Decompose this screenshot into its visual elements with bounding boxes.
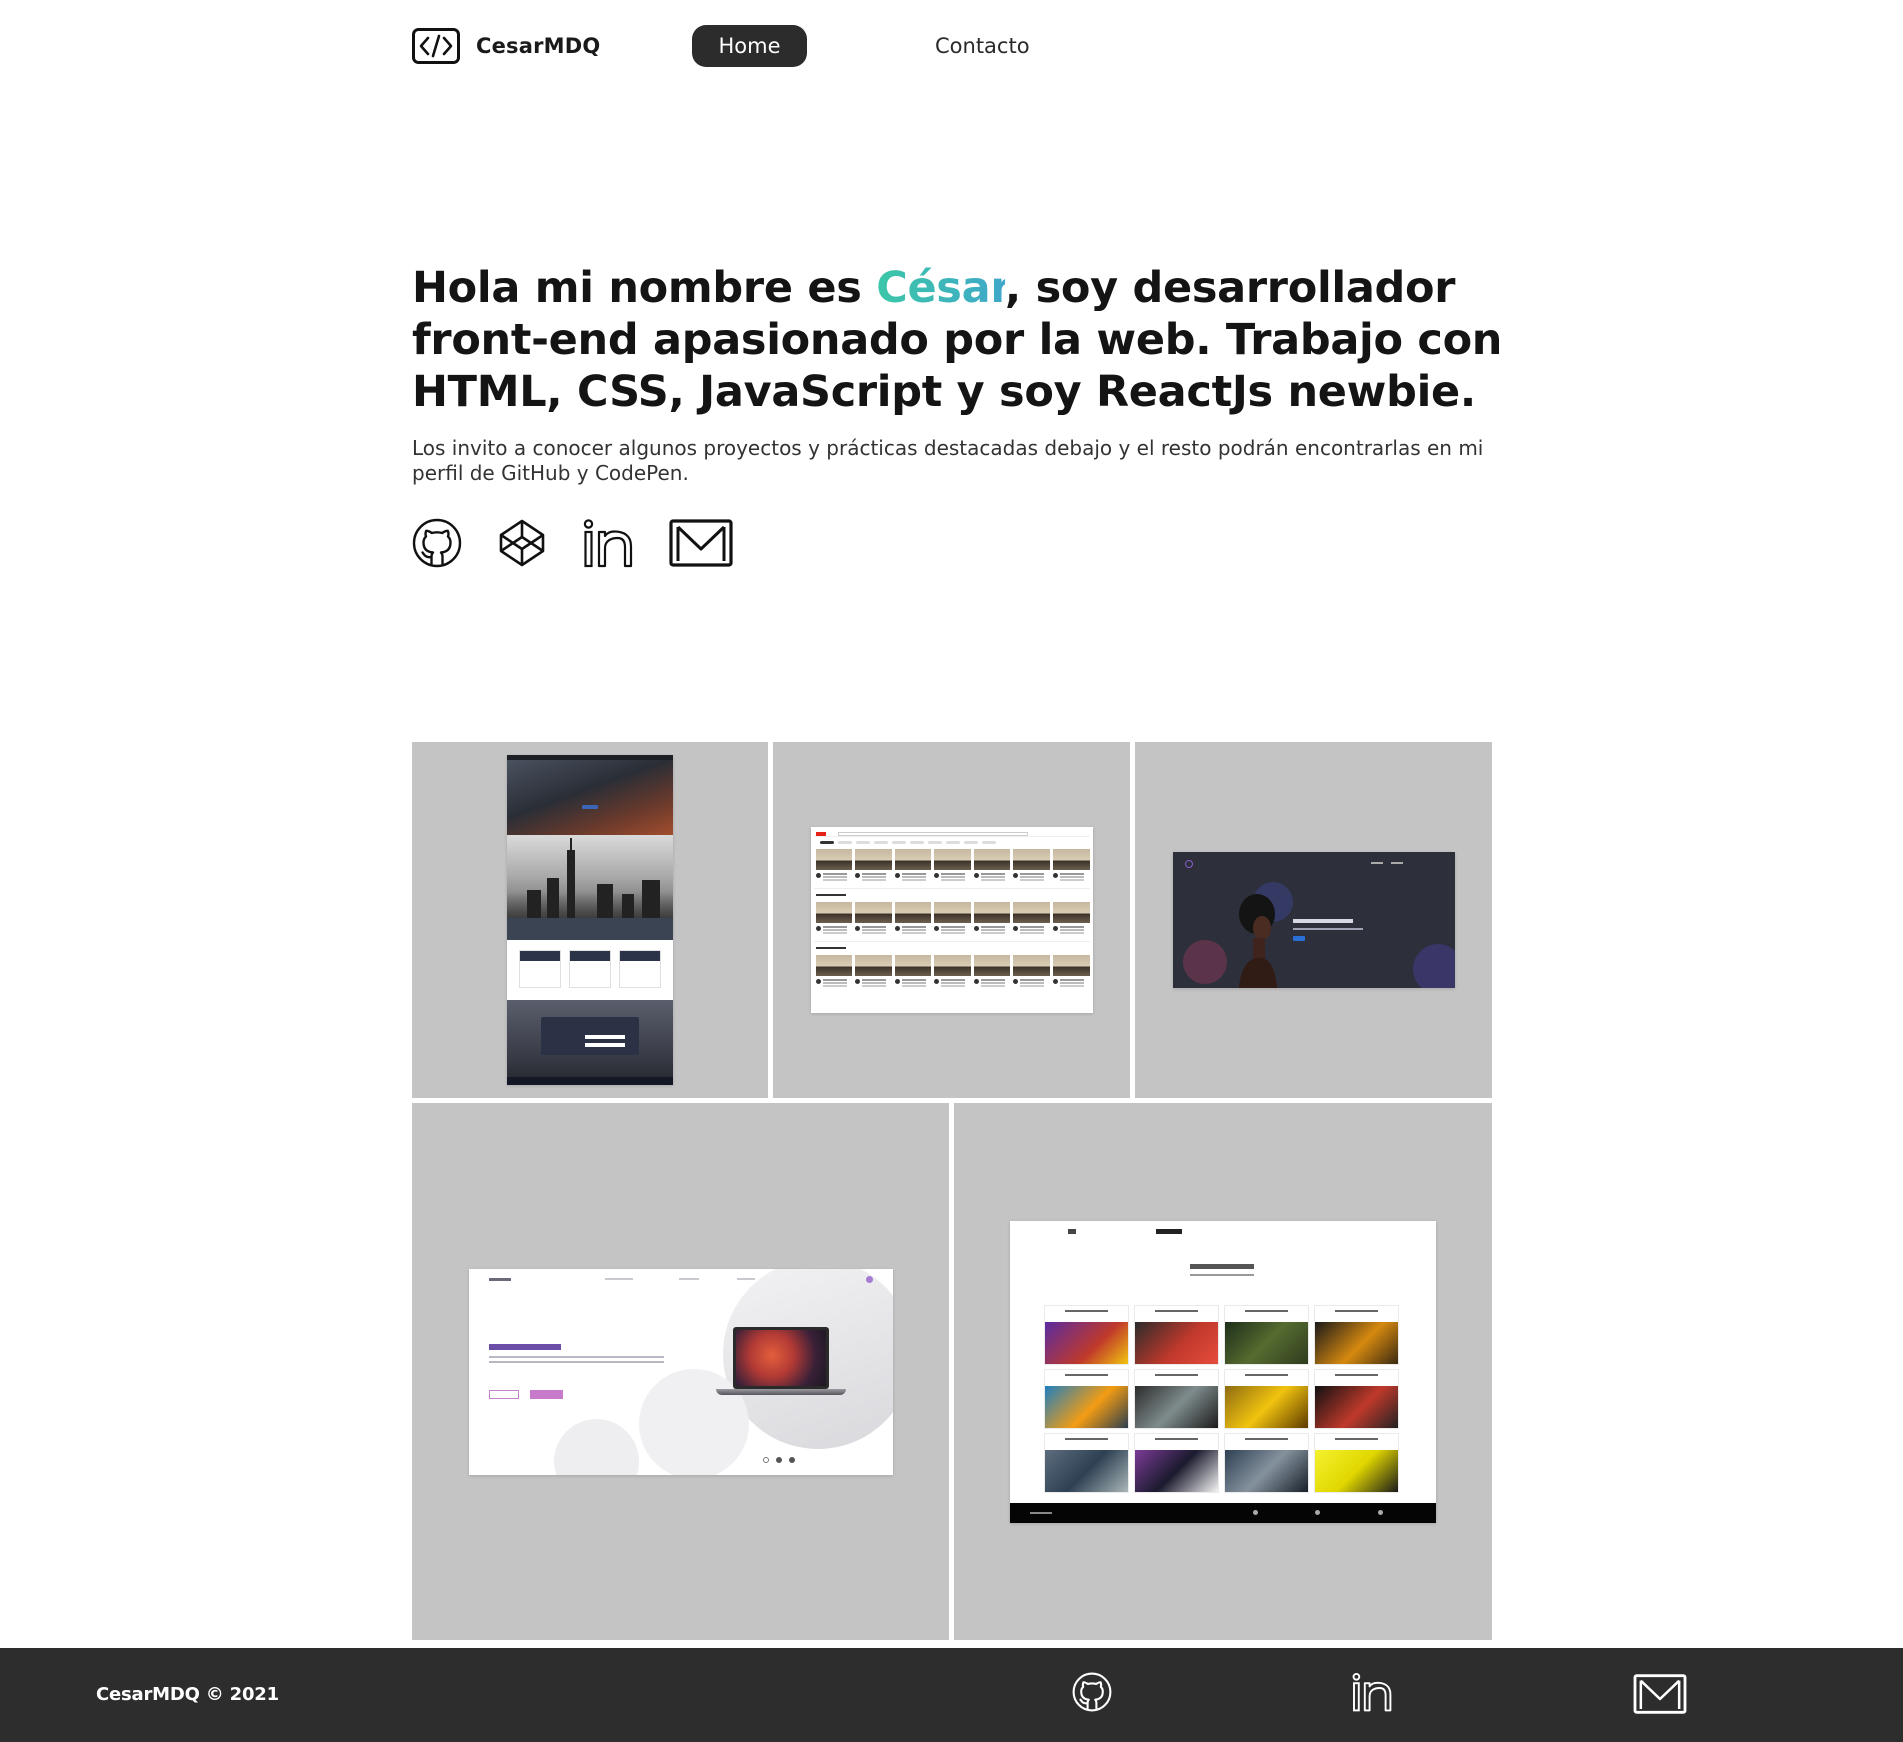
music-site-preview bbox=[1172, 852, 1455, 988]
game-store-preview bbox=[1010, 1220, 1436, 1523]
github-icon bbox=[412, 518, 462, 568]
linkedin-icon bbox=[583, 519, 633, 568]
footer-linkedin-link[interactable] bbox=[1351, 1672, 1393, 1712]
linkedin-icon bbox=[1352, 1672, 1392, 1712]
mail-link[interactable] bbox=[669, 519, 733, 567]
project-tile-videos[interactable] bbox=[773, 742, 1130, 1098]
mail-icon bbox=[669, 519, 733, 567]
github-link[interactable] bbox=[412, 518, 462, 568]
nav-contact-link[interactable]: Contacto bbox=[935, 25, 1030, 67]
logo-link[interactable]: CesarMDQ bbox=[412, 28, 600, 64]
site-header: CesarMDQ Home Contacto bbox=[412, 22, 1492, 72]
footer-github-link[interactable] bbox=[1072, 1672, 1112, 1712]
mail-icon bbox=[1633, 1674, 1687, 1714]
hero-title-name: César bbox=[876, 263, 1005, 313]
project-tile-travel[interactable] bbox=[412, 742, 768, 1098]
laptop-site-preview bbox=[468, 1268, 893, 1475]
site-footer: CesarMDQ © 2021 bbox=[0, 1648, 1903, 1742]
hero-subtitle: Los invito a conocer algunos proyectos y… bbox=[412, 436, 1484, 485]
github-icon bbox=[1072, 1672, 1112, 1712]
project-tile-games[interactable] bbox=[954, 1103, 1492, 1640]
hero-title: Hola mi nombre es César, soy desarrollad… bbox=[412, 262, 1522, 418]
codepen-link[interactable] bbox=[497, 518, 547, 568]
logo-text: CesarMDQ bbox=[476, 34, 601, 58]
project-tile-laptop[interactable] bbox=[412, 1103, 949, 1640]
linkedin-link[interactable] bbox=[582, 518, 634, 568]
project-tile-music[interactable] bbox=[1135, 742, 1492, 1098]
hero-title-intro: Hola mi nombre es bbox=[412, 263, 877, 313]
video-site-preview bbox=[810, 827, 1093, 1013]
travel-site-preview bbox=[507, 755, 673, 1085]
nav-home-button[interactable]: Home bbox=[692, 25, 807, 67]
footer-copyright: CesarMDQ © 2021 bbox=[96, 1684, 279, 1705]
footer-mail-link[interactable] bbox=[1633, 1674, 1687, 1714]
portrait-figure bbox=[1238, 894, 1277, 988]
codepen-icon bbox=[499, 519, 545, 567]
social-links bbox=[412, 518, 768, 568]
code-brackets-icon bbox=[412, 28, 460, 64]
